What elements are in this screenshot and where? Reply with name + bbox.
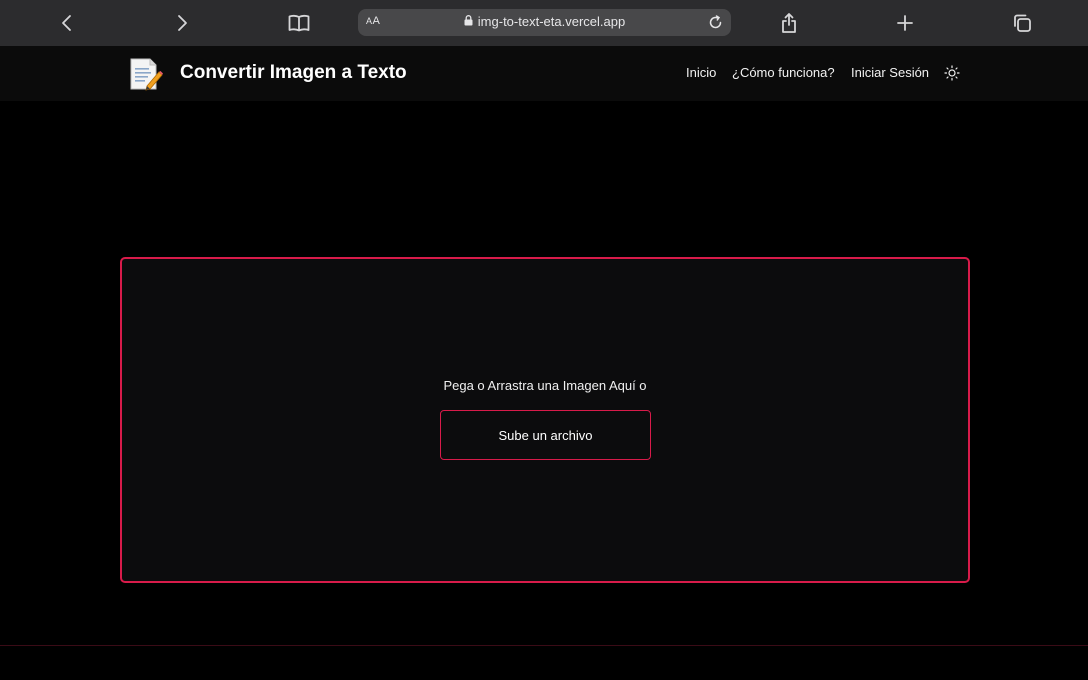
url-display: img-to-text-eta.vercel.app — [358, 14, 731, 29]
tabs-icon — [1014, 14, 1031, 32]
share-icon — [782, 13, 796, 33]
url-text: img-to-text-eta.vercel.app — [477, 14, 626, 29]
browser-toolbar: AA img-to-text-eta.vercel.app — [0, 0, 1088, 46]
new-tab-button[interactable] — [891, 9, 919, 37]
forward-button[interactable] — [168, 9, 196, 37]
nav-link-inicio[interactable]: Inicio — [686, 65, 716, 80]
bookmarks-button[interactable] — [285, 9, 313, 37]
chevron-right-icon — [178, 15, 187, 31]
dropzone-prompt: Pega o Arrastra una Imagen Aquí o — [443, 378, 647, 393]
plus-icon — [897, 15, 913, 31]
sun-icon — [944, 65, 960, 81]
upload-file-button[interactable]: Sube un archivo — [440, 410, 651, 460]
tabs-overview-button[interactable] — [1008, 9, 1036, 37]
chevron-left-icon — [62, 15, 71, 31]
reload-button[interactable] — [706, 13, 725, 32]
footer-divider — [0, 645, 1088, 646]
book-icon — [288, 14, 310, 32]
image-dropzone[interactable]: Pega o Arrastra una Imagen Aquí o Sube u… — [120, 257, 970, 583]
reload-icon — [709, 15, 722, 29]
back-button[interactable] — [53, 9, 81, 37]
main-nav: Inicio ¿Cómo funciona? Iniciar Sesión — [0, 65, 1088, 85]
nav-link-como-funciona[interactable]: ¿Cómo funciona? — [732, 65, 835, 80]
share-button[interactable] — [775, 9, 803, 37]
nav-link-iniciar-sesion[interactable]: Iniciar Sesión — [851, 65, 929, 80]
address-bar[interactable]: AA img-to-text-eta.vercel.app — [358, 9, 731, 36]
theme-toggle-button[interactable] — [944, 65, 960, 81]
site-header: Convertir Imagen a Texto Inicio ¿Cómo fu… — [0, 46, 1088, 101]
lock-icon — [464, 14, 473, 29]
